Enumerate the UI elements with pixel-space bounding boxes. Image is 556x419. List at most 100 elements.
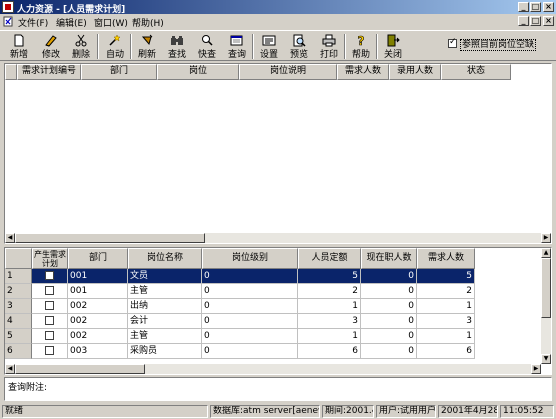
detail-grid-hscroll[interactable]: ◀ ▶: [5, 364, 541, 374]
post-level-cell[interactable]: 0: [202, 269, 298, 284]
mdi-close-button[interactable]: ×: [543, 16, 554, 26]
col-header-post-desc[interactable]: 岗位说明: [239, 64, 337, 80]
menu-file[interactable]: 文件(F): [18, 16, 48, 29]
current-staff-cell[interactable]: 0: [361, 329, 417, 344]
refresh-button[interactable]: 刷新: [132, 33, 162, 60]
quota-cell[interactable]: 2: [298, 284, 361, 299]
generate-plan-checkbox-cell[interactable]: [32, 284, 68, 299]
current-staff-cell[interactable]: 0: [361, 344, 417, 359]
delete-button[interactable]: 删除: [66, 33, 96, 60]
post-level-cell[interactable]: 0: [202, 299, 298, 314]
quota-cell[interactable]: 1: [298, 299, 361, 314]
table-row[interactable]: 6 003 采购员 0 6 0 6: [5, 344, 550, 359]
post-level-cell[interactable]: 0: [202, 314, 298, 329]
need-count-cell[interactable]: 6: [417, 344, 475, 359]
generate-plan-checkbox-cell[interactable]: [32, 329, 68, 344]
post-name-cell[interactable]: 出纳: [128, 299, 202, 314]
find-button[interactable]: 查找: [162, 33, 192, 60]
col-header-quota[interactable]: 人员定额: [298, 248, 361, 269]
current-staff-cell[interactable]: 0: [361, 299, 417, 314]
mdi-restore-button[interactable]: □: [530, 16, 541, 26]
maximize-button[interactable]: □: [530, 2, 541, 12]
col-header-plan-no[interactable]: 需求计划编号: [17, 64, 81, 80]
close-button[interactable]: ×: [543, 2, 554, 12]
generate-plan-checkbox-cell[interactable]: [32, 314, 68, 329]
row-number[interactable]: 6: [5, 344, 32, 359]
checkbox-icon[interactable]: [45, 331, 54, 340]
col-header-dept[interactable]: 部门: [81, 64, 157, 80]
plan-grid-hscroll[interactable]: ◀ ▶: [5, 233, 551, 243]
print-button[interactable]: 打印: [314, 33, 344, 60]
col-header-need-count[interactable]: 需求人数: [417, 248, 475, 269]
col-header-status[interactable]: 状态: [441, 64, 511, 80]
post-name-cell[interactable]: 主管: [128, 329, 202, 344]
checkbox-icon[interactable]: [45, 286, 54, 295]
post-level-cell[interactable]: 0: [202, 329, 298, 344]
need-count-cell[interactable]: 1: [417, 329, 475, 344]
row-number[interactable]: 4: [5, 314, 32, 329]
dept-cell[interactable]: 001: [68, 269, 128, 284]
checkbox-box[interactable]: [448, 37, 457, 48]
quick-find-button[interactable]: 快查: [192, 33, 222, 60]
settings-button[interactable]: 设置: [254, 33, 284, 60]
table-row[interactable]: 2 001 主管 0 2 0 2: [5, 284, 550, 299]
detail-grid[interactable]: 产生需求计划 部门 岗位名称 岗位级别 人员定额 现在职人数 需求人数 1 001…: [4, 247, 552, 375]
row-number[interactable]: 3: [5, 299, 32, 314]
need-count-cell[interactable]: 1: [417, 299, 475, 314]
minimize-button[interactable]: _: [518, 2, 529, 12]
scroll-up-button[interactable]: ▲: [541, 248, 551, 258]
row-number[interactable]: 2: [5, 284, 32, 299]
col-header-post-name[interactable]: 岗位名称: [128, 248, 202, 269]
col-header-post-level[interactable]: 岗位级别: [202, 248, 298, 269]
post-level-cell[interactable]: 0: [202, 284, 298, 299]
col-header-current-staff[interactable]: 现在职人数: [361, 248, 417, 269]
scroll-thumb[interactable]: [15, 364, 145, 374]
menu-help[interactable]: 帮助(H): [132, 16, 164, 29]
generate-plan-checkbox-cell[interactable]: [32, 269, 68, 284]
detail-grid-vscroll[interactable]: ▲ ▼: [541, 248, 551, 364]
query-button[interactable]: 查询: [222, 33, 252, 60]
quota-cell[interactable]: 1: [298, 329, 361, 344]
need-count-cell[interactable]: 3: [417, 314, 475, 329]
close-form-button[interactable]: 关闭: [378, 33, 408, 60]
current-staff-cell[interactable]: 0: [361, 269, 417, 284]
scroll-thumb[interactable]: [15, 233, 205, 243]
col-header-generate-plan[interactable]: 产生需求计划: [32, 248, 68, 269]
scroll-thumb[interactable]: [541, 258, 551, 318]
scroll-down-button[interactable]: ▼: [541, 354, 551, 364]
col-header-need-count[interactable]: 需求人数: [337, 64, 389, 80]
need-count-cell[interactable]: 5: [417, 269, 475, 284]
quota-cell[interactable]: 6: [298, 344, 361, 359]
current-staff-cell[interactable]: 0: [361, 314, 417, 329]
dept-cell[interactable]: 002: [68, 314, 128, 329]
quota-cell[interactable]: 5: [298, 269, 361, 284]
menu-window[interactable]: 窗口(W): [94, 16, 128, 29]
table-row[interactable]: 1 001 文员 0 5 0 5: [5, 269, 550, 284]
post-name-cell[interactable]: 会计: [128, 314, 202, 329]
col-header-dept[interactable]: 部门: [68, 248, 128, 269]
query-note-field[interactable]: 查询附注:: [4, 377, 552, 401]
dept-cell[interactable]: 002: [68, 299, 128, 314]
plan-grid[interactable]: 需求计划编号 部门 岗位 岗位说明 需求人数 录用人数 状态 ◀ ▶: [4, 63, 552, 244]
table-row[interactable]: 4 002 会计 0 3 0 3: [5, 314, 550, 329]
document-menu-icon[interactable]: [3, 16, 14, 27]
post-name-cell[interactable]: 主管: [128, 284, 202, 299]
mdi-minimize-button[interactable]: _: [518, 16, 529, 26]
dept-cell[interactable]: 002: [68, 329, 128, 344]
need-count-cell[interactable]: 2: [417, 284, 475, 299]
checkbox-icon[interactable]: [45, 301, 54, 310]
checkbox-icon[interactable]: [45, 346, 54, 355]
generate-plan-checkbox-cell[interactable]: [32, 344, 68, 359]
help-button[interactable]: ? 帮助: [346, 33, 376, 60]
row-number[interactable]: 5: [5, 329, 32, 344]
scroll-right-button[interactable]: ▶: [531, 364, 541, 374]
generate-plan-checkbox-cell[interactable]: [32, 299, 68, 314]
post-name-cell[interactable]: 文员: [128, 269, 202, 284]
menu-edit[interactable]: 编辑(E): [56, 16, 87, 29]
dept-cell[interactable]: 001: [68, 284, 128, 299]
col-header-post[interactable]: 岗位: [157, 64, 239, 80]
row-number[interactable]: 1: [5, 269, 32, 284]
scroll-left-button[interactable]: ◀: [5, 233, 15, 243]
edit-button[interactable]: 修改: [36, 33, 66, 60]
auto-button[interactable]: 自动: [100, 33, 130, 60]
